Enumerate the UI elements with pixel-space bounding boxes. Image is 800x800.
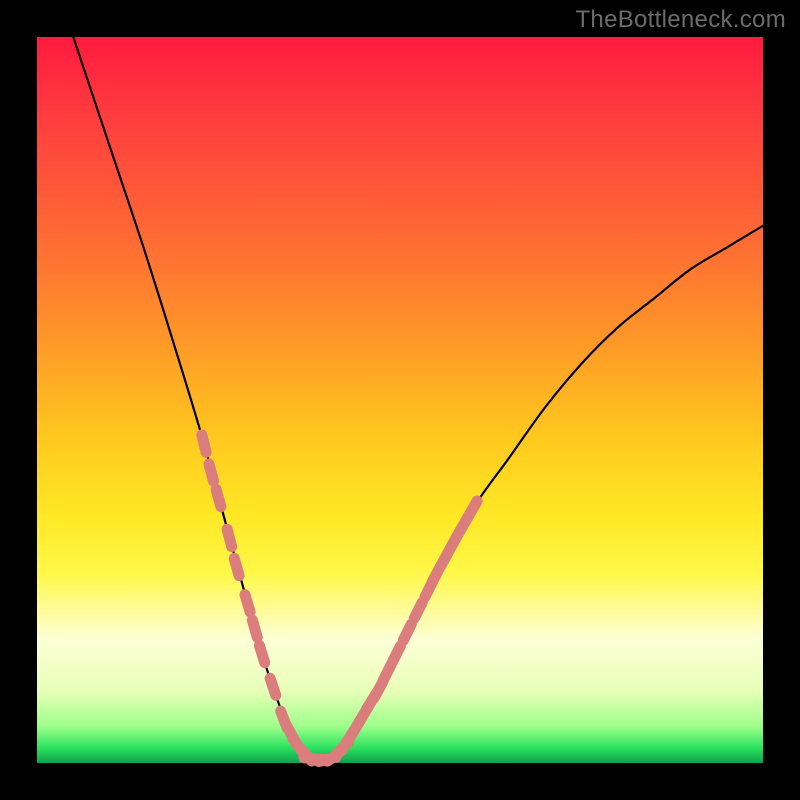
overlay-dash <box>383 665 391 681</box>
overlay-dash <box>245 595 250 612</box>
overlay-dash <box>252 620 257 637</box>
overlay-dash <box>270 678 276 695</box>
bottleneck-curve-path <box>73 37 763 761</box>
overlay-dash <box>468 501 477 517</box>
overlay-dash <box>414 602 422 618</box>
overlay-dash <box>209 464 214 481</box>
overlay-dash <box>234 558 239 575</box>
curve-line <box>73 37 763 761</box>
watermark-label: TheBottleneck.com <box>575 6 786 34</box>
overlay-dash <box>259 646 264 663</box>
chart-frame: TheBottleneck.com <box>0 0 800 800</box>
overlay-dashes <box>202 435 477 762</box>
chart-svg <box>37 37 763 763</box>
overlay-dash <box>403 624 411 640</box>
overlay-dash <box>392 646 400 662</box>
plot-area <box>37 37 763 763</box>
overlay-dash <box>202 435 206 452</box>
overlay-dash <box>227 529 232 546</box>
overlay-dash <box>216 489 221 506</box>
